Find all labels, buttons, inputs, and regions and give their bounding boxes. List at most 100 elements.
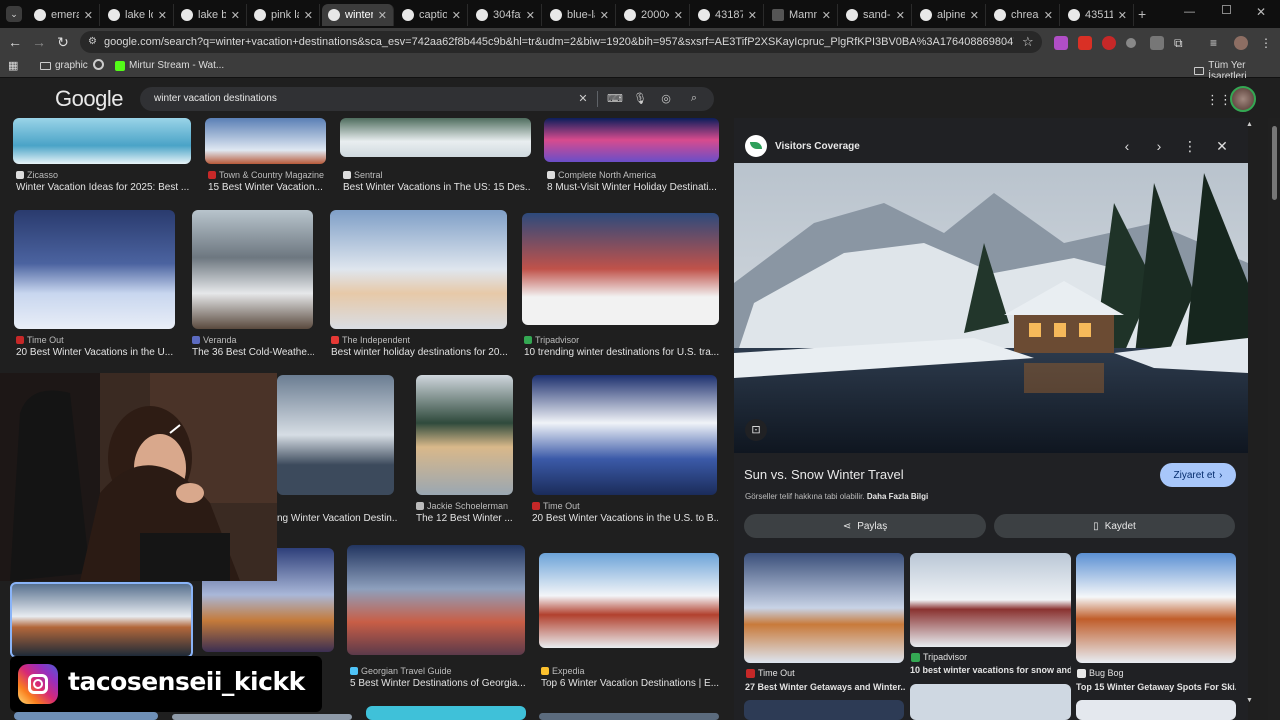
panel-scroll-up-icon[interactable]: ▲: [1246, 121, 1253, 128]
browser-tab[interactable]: lake lou ✕: [102, 4, 174, 26]
result-image[interactable]: [205, 118, 326, 164]
related-image[interactable]: [1076, 553, 1236, 663]
browser-tab[interactable]: 435111 ✕: [1062, 4, 1134, 26]
related-source[interactable]: Time Out: [746, 668, 795, 678]
result-image[interactable]: [172, 714, 352, 720]
selected-result-image[interactable]: [10, 582, 193, 658]
panel-scroll-down-icon[interactable]: ▼: [1246, 697, 1253, 704]
url-text[interactable]: google.com/search?q=winter+vacation+dest…: [104, 36, 1014, 48]
bookmark-mirtur-stream[interactable]: Mirtur Stream - Wat...: [115, 60, 224, 71]
result-title[interactable]: 5 Best Winter Destinations of Georgia...: [350, 678, 525, 689]
close-tab-icon[interactable]: ✕: [1044, 9, 1053, 22]
preview-image[interactable]: [734, 163, 1248, 453]
related-title[interactable]: Top 15 Winter Getaway Spots For Ski...: [1076, 682, 1236, 692]
google-apps-icon[interactable]: ⋮⋮: [1206, 92, 1232, 108]
search-icon[interactable]: ⌕: [687, 92, 701, 105]
result-source[interactable]: Time Out: [532, 501, 580, 511]
preview-title[interactable]: Sun vs. Snow Winter Travel: [744, 467, 904, 482]
result-title[interactable]: Best Winter Vacations in The US: 15 Des.…: [343, 182, 531, 193]
result-source[interactable]: Veranda: [192, 335, 237, 345]
extensions-puzzle-icon[interactable]: ⧉: [1174, 36, 1188, 50]
extension-s-icon[interactable]: [1150, 36, 1164, 50]
window-minimize-button[interactable]: —: [1184, 6, 1195, 18]
result-source[interactable]: Jackie Schoelerman: [416, 501, 508, 511]
bookmark-graphic[interactable]: graphic: [40, 60, 88, 71]
close-tab-icon[interactable]: ✕: [84, 9, 93, 22]
close-tab-icon[interactable]: ✕: [304, 9, 313, 22]
result-image[interactable]: [416, 375, 513, 495]
result-title[interactable]: Winter Vacation Ideas for 2025: Best ...: [16, 182, 192, 193]
previous-icon[interactable]: ‹: [1119, 138, 1135, 154]
result-title[interactable]: The 36 Best Cold-Weathe...: [192, 347, 314, 358]
browser-tab[interactable]: alpine ✕: [914, 4, 986, 26]
close-tab-icon[interactable]: ✕: [158, 9, 167, 22]
reload-icon[interactable]: ↻: [55, 34, 71, 50]
lens-search-icon[interactable]: ⊡: [745, 419, 767, 441]
result-image[interactable]: [192, 210, 313, 329]
account-avatar[interactable]: [1230, 86, 1256, 112]
apps-icon[interactable]: ▦: [8, 59, 18, 72]
next-icon[interactable]: ›: [1151, 138, 1167, 154]
result-image[interactable]: [277, 375, 394, 495]
result-image[interactable]: [347, 545, 525, 655]
google-logo[interactable]: Google: [55, 86, 123, 112]
profile-avatar[interactable]: [1234, 36, 1248, 50]
result-image[interactable]: [539, 553, 719, 648]
browser-tab[interactable]: 304faf ✕: [470, 4, 542, 26]
browser-tab[interactable]: 43187l ✕: [692, 4, 764, 26]
close-tab-icon[interactable]: ✕: [970, 9, 979, 22]
visit-button[interactable]: Ziyaret et ›: [1160, 463, 1236, 487]
browser-menu-icon[interactable]: ⋮: [1260, 36, 1274, 50]
result-source[interactable]: Sentral: [343, 170, 383, 180]
forward-icon[interactable]: →: [31, 34, 47, 50]
close-tab-icon[interactable]: ✕: [748, 9, 757, 22]
adblock-icon[interactable]: [1078, 36, 1092, 50]
result-title[interactable]: 8 Must-Visit Winter Holiday Destinati...: [547, 182, 719, 193]
globe-icon[interactable]: [93, 59, 104, 70]
related-image[interactable]: [910, 684, 1071, 720]
window-maximize-button[interactable]: [1222, 5, 1231, 14]
result-title[interactable]: 20 Best Winter Vacations in the U...: [16, 347, 176, 358]
page-scrollbar[interactable]: [1268, 118, 1280, 720]
result-source[interactable]: Complete North America: [547, 170, 656, 180]
result-image[interactable]: [13, 118, 191, 164]
result-title[interactable]: 15 Best Winter Vacation...: [208, 182, 326, 193]
extension-gray-icon[interactable]: [1126, 38, 1136, 48]
close-tab-icon[interactable]: ✕: [1118, 9, 1127, 22]
related-image[interactable]: [744, 700, 904, 720]
tab-search-button[interactable]: ⌄: [6, 6, 22, 22]
window-close-button[interactable]: ✕: [1256, 5, 1266, 19]
bookmark-star-icon[interactable]: ☆: [1022, 34, 1034, 50]
result-source[interactable]: Time Out: [16, 335, 64, 345]
result-source[interactable]: Town & Country Magazine: [208, 170, 324, 180]
related-image[interactable]: [744, 553, 904, 663]
result-title[interactable]: Best winter holiday destinations for 20.…: [331, 347, 508, 358]
result-image[interactable]: [14, 712, 158, 720]
result-image[interactable]: [522, 213, 719, 325]
result-source[interactable]: Expedia: [541, 666, 585, 676]
result-image[interactable]: [539, 713, 719, 720]
result-source[interactable]: Georgian Travel Guide: [350, 666, 452, 676]
close-tab-icon[interactable]: ✕: [452, 9, 461, 22]
more-options-icon[interactable]: ⋮: [1182, 138, 1198, 155]
search-input[interactable]: winter vacation destinations: [154, 93, 277, 104]
close-tab-icon[interactable]: ✕: [600, 9, 609, 22]
result-title[interactable]: Top 6 Winter Vacation Destinations | E..…: [541, 678, 719, 689]
related-title[interactable]: 27 Best Winter Getaways and Winter...: [745, 682, 905, 692]
browser-tab[interactable]: 2000x1 ✕: [618, 4, 690, 26]
browser-tab[interactable]: sand-h ✕: [840, 4, 912, 26]
result-image[interactable]: [340, 118, 531, 157]
browser-tab[interactable]: pink la ✕: [248, 4, 320, 26]
result-image[interactable]: [330, 210, 507, 329]
site-info-icon[interactable]: ⚙: [88, 36, 97, 47]
back-icon[interactable]: ←: [7, 34, 23, 50]
close-icon[interactable]: ✕: [1214, 138, 1230, 155]
result-source[interactable]: Tripadvisor: [524, 335, 579, 345]
result-image[interactable]: [14, 210, 175, 329]
result-image[interactable]: [544, 118, 719, 162]
close-tab-icon[interactable]: ✕: [674, 9, 683, 22]
extension-icon[interactable]: [1054, 36, 1068, 50]
result-source[interactable]: Zicasso: [16, 170, 58, 180]
more-info-link[interactable]: Daha Fazla Bilgi: [867, 492, 928, 501]
result-title[interactable]: 10 trending winter destinations for U.S.…: [524, 347, 719, 358]
